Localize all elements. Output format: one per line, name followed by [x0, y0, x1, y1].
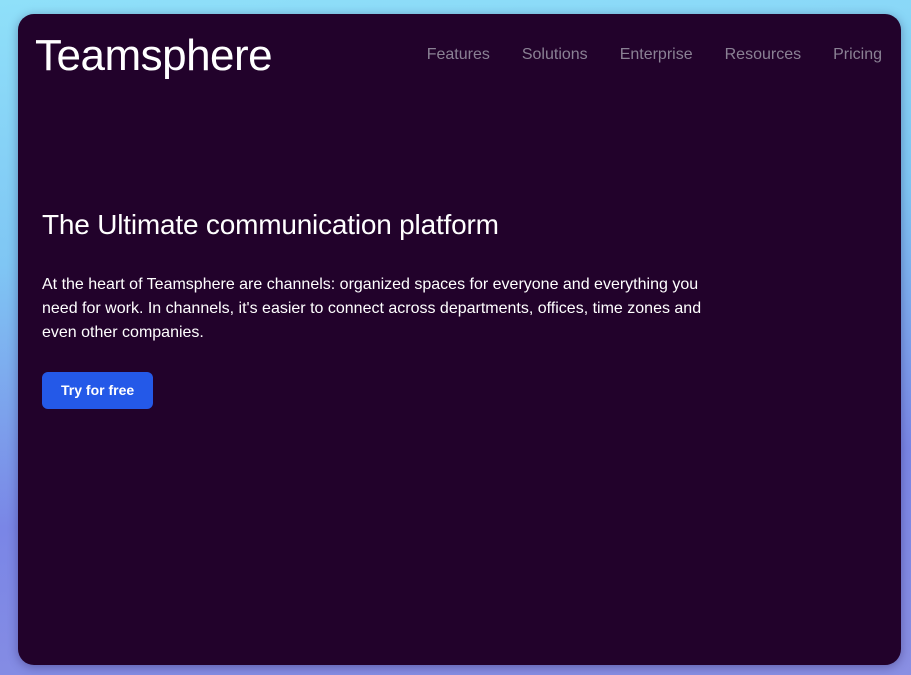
top-nav: Features Solutions Enterprise Resources … [427, 45, 882, 65]
hero-description: At the heart of Teamsphere are channels:… [42, 276, 702, 341]
nav-link-enterprise[interactable]: Enterprise [620, 45, 693, 65]
nav-link-resources[interactable]: Resources [725, 45, 801, 65]
try-for-free-button[interactable]: Try for free [42, 372, 154, 409]
brand-logo[interactable]: Teamsphere [35, 30, 273, 82]
nav-link-pricing[interactable]: Pricing [833, 45, 882, 65]
hero-title: The Ultimate communication platform [42, 209, 499, 240]
nav-link-features[interactable]: Features [427, 45, 490, 65]
nav-link-solutions[interactable]: Solutions [522, 45, 588, 65]
hero-section: The Ultimate communication platform At t… [42, 207, 742, 409]
app-window: Teamsphere Features Solutions Enterprise… [18, 14, 901, 665]
